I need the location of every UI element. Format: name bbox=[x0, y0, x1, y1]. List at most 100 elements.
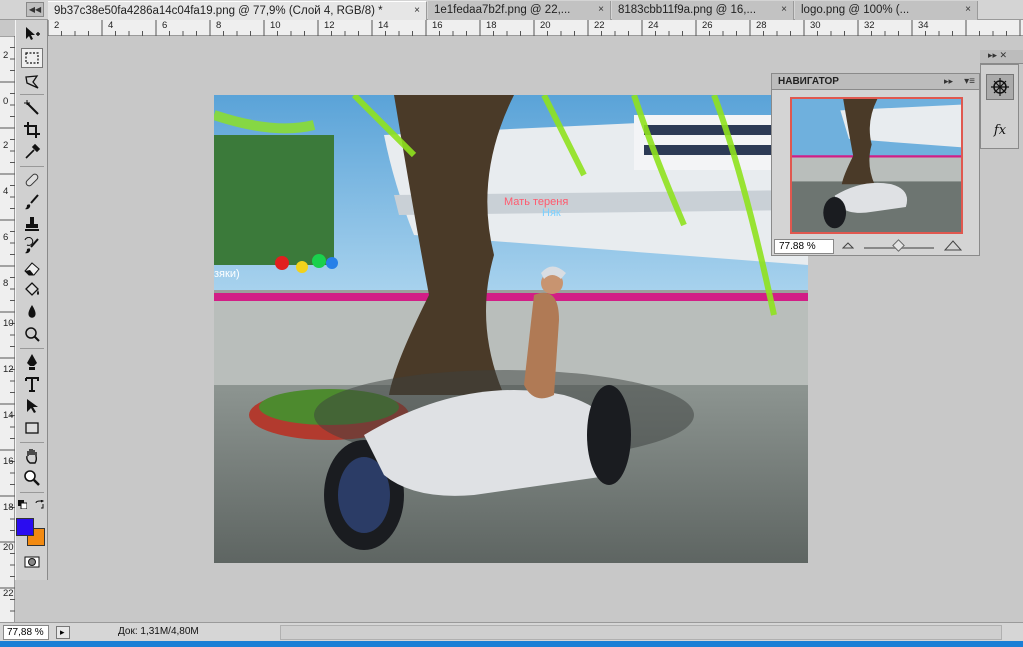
ruler-ticks bbox=[48, 20, 1021, 36]
navigator-dock-icon[interactable] bbox=[986, 74, 1014, 100]
tab-close-icon[interactable]: × bbox=[963, 5, 973, 15]
toolbar-separator bbox=[20, 348, 44, 349]
ruler-mark: 14 bbox=[378, 20, 389, 31]
tab-close-icon[interactable]: × bbox=[412, 6, 422, 16]
marquee-tool-icon[interactable] bbox=[21, 48, 43, 68]
ruler-mark: 12 bbox=[3, 364, 14, 375]
quick-mask-icon[interactable] bbox=[21, 552, 43, 572]
panel-dock: fx bbox=[980, 64, 1019, 149]
dodge-tool-icon[interactable] bbox=[21, 324, 43, 344]
eyedropper-tool-icon[interactable] bbox=[21, 142, 43, 162]
ruler-mark: 22 bbox=[594, 20, 605, 31]
document-tab-label: 9b37c38e50fa4286a14c04fa19.png @ 77,9% (… bbox=[54, 5, 383, 17]
dock-header-controls[interactable]: ▸▸ ✕ bbox=[988, 50, 1007, 61]
zoom-in-icon[interactable] bbox=[943, 239, 963, 254]
toolbar-separator bbox=[20, 94, 44, 95]
history-brush-tool-icon[interactable] bbox=[21, 236, 43, 256]
panel-menu-icon[interactable]: ▾≡ bbox=[964, 76, 975, 87]
hand-tool-icon[interactable] bbox=[21, 446, 43, 466]
toolbar-separator bbox=[20, 442, 44, 443]
ruler-mark: 10 bbox=[270, 20, 281, 31]
status-arrow: ▸ bbox=[60, 627, 65, 637]
document-tab-label: 8183cbb11f9a.png @ 16,... bbox=[618, 4, 757, 16]
document-tab-1[interactable]: 9b37c38e50fa4286a14c04fa19.png @ 77,9% (… bbox=[48, 1, 427, 20]
status-menu-icon[interactable]: ▸ bbox=[56, 626, 70, 639]
ruler-mark: 8 bbox=[216, 20, 222, 31]
horizontal-ruler[interactable]: 2 4 6 8 10 12 14 16 18 20 22 24 26 28 30… bbox=[48, 20, 1023, 36]
navigator-panel: НАВИГАТОР ▸▸ ▾≡ 77.88 % bbox=[771, 73, 980, 256]
ruler-mark: 20 bbox=[3, 542, 14, 553]
horizontal-scrollbar[interactable] bbox=[280, 625, 1002, 640]
ruler-mark: 18 bbox=[3, 502, 14, 513]
status-bar: 77,88 % ▸ Док: 1,31M/4,80M bbox=[0, 622, 1023, 641]
zoom-level-field[interactable]: 77,88 % bbox=[3, 625, 49, 640]
tab-close-icon[interactable]: × bbox=[779, 5, 789, 15]
ruler-mark: 16 bbox=[3, 456, 14, 467]
ruler-mark: 22 bbox=[3, 588, 14, 599]
document-tab-bar: ◀◀ 9b37c38e50fa4286a14c04fa19.png @ 77,9… bbox=[0, 0, 1023, 20]
tab-close-icon[interactable]: × bbox=[596, 5, 606, 15]
ruler-mark: 28 bbox=[756, 20, 767, 31]
document-tab-label: logo.png @ 100% (... bbox=[801, 4, 910, 16]
lasso-tool-icon[interactable] bbox=[21, 72, 43, 92]
blur-tool-icon[interactable] bbox=[21, 302, 43, 322]
tools-panel bbox=[15, 20, 48, 580]
ruler-mark: 24 bbox=[648, 20, 659, 31]
document-tab-3[interactable]: 8183cbb11f9a.png @ 16,... × bbox=[612, 1, 794, 20]
magic-wand-tool-icon[interactable] bbox=[21, 98, 43, 118]
eraser-tool-icon[interactable] bbox=[21, 258, 43, 278]
ruler-mark: 2 bbox=[3, 140, 9, 151]
navigator-zoom-field[interactable]: 77.88 % bbox=[774, 239, 834, 254]
default-colors-icon[interactable] bbox=[18, 500, 28, 510]
navigator-title: НАВИГАТОР bbox=[778, 76, 839, 87]
navigator-thumbnail-image bbox=[792, 99, 961, 232]
ruler-mark: 4 bbox=[3, 186, 9, 197]
ruler-mark: 10 bbox=[3, 318, 14, 329]
ruler-mark: 32 bbox=[864, 20, 875, 31]
navigator-header: НАВИГАТОР ▸▸ ▾≡ bbox=[772, 74, 979, 90]
nameplate-subtitle: Няк bbox=[542, 207, 561, 219]
tab-scroll-button[interactable]: ◀◀ bbox=[26, 2, 44, 17]
fx-label: fx bbox=[993, 122, 1007, 138]
zoom-slider-knob[interactable] bbox=[892, 239, 905, 252]
panel-collapse-icon[interactable]: ▸▸ bbox=[944, 76, 953, 87]
zoom-out-icon[interactable] bbox=[841, 241, 855, 251]
ruler-mark: 4 bbox=[108, 20, 114, 31]
pen-tool-icon[interactable] bbox=[21, 352, 43, 372]
ruler-mark: 30 bbox=[810, 20, 821, 31]
side-chat-text: зяки) bbox=[214, 268, 240, 280]
ruler-mark: 16 bbox=[432, 20, 443, 31]
toolbar-separator bbox=[20, 166, 44, 167]
clone-stamp-tool-icon[interactable] bbox=[21, 214, 43, 234]
document-tab-label: 1e1fedaa7b2f.png @ 22,... bbox=[434, 4, 571, 16]
healing-brush-tool-icon[interactable] bbox=[21, 170, 43, 190]
ruler-ticks bbox=[0, 36, 15, 612]
ruler-mark: 18 bbox=[486, 20, 497, 31]
ruler-mark: 12 bbox=[324, 20, 335, 31]
paint-bucket-tool-icon[interactable] bbox=[21, 280, 43, 300]
ruler-mark: 0 bbox=[3, 96, 9, 107]
brush-tool-icon[interactable] bbox=[21, 192, 43, 212]
navigator-preview[interactable] bbox=[790, 97, 963, 234]
ruler-mark: 14 bbox=[3, 410, 14, 421]
document-size-info: Док: 1,31M/4,80M bbox=[118, 626, 199, 637]
ruler-mark: 2 bbox=[3, 50, 9, 61]
crop-tool-icon[interactable] bbox=[21, 120, 43, 140]
ruler-mark: 26 bbox=[702, 20, 713, 31]
swap-colors-icon[interactable] bbox=[35, 499, 45, 510]
foreground-color-swatch[interactable] bbox=[16, 518, 34, 536]
vertical-ruler[interactable]: 2 0 2 4 6 8 10 12 14 16 18 20 22 bbox=[0, 36, 15, 622]
document-tab-2[interactable]: 1e1fedaa7b2f.png @ 22,... × bbox=[428, 1, 611, 20]
styles-dock-icon[interactable]: fx bbox=[986, 117, 1014, 143]
path-selection-tool-icon[interactable] bbox=[21, 396, 43, 416]
photoshop-window: ◀◀ 9b37c38e50fa4286a14c04fa19.png @ 77,9… bbox=[0, 0, 1023, 647]
rectangle-tool-icon[interactable] bbox=[21, 418, 43, 438]
type-tool-icon[interactable] bbox=[21, 374, 43, 394]
zoom-tool-icon[interactable] bbox=[21, 468, 43, 488]
document-image[interactable]: Мать тереня Няк зяки) bbox=[214, 95, 808, 563]
os-taskbar bbox=[0, 641, 1023, 647]
move-tool-icon[interactable] bbox=[21, 24, 43, 44]
toolbar-separator bbox=[20, 492, 44, 493]
document-tab-4[interactable]: logo.png @ 100% (... × bbox=[795, 1, 978, 20]
game-screenshot-image: Мать тереня Няк зяки) bbox=[214, 95, 808, 563]
